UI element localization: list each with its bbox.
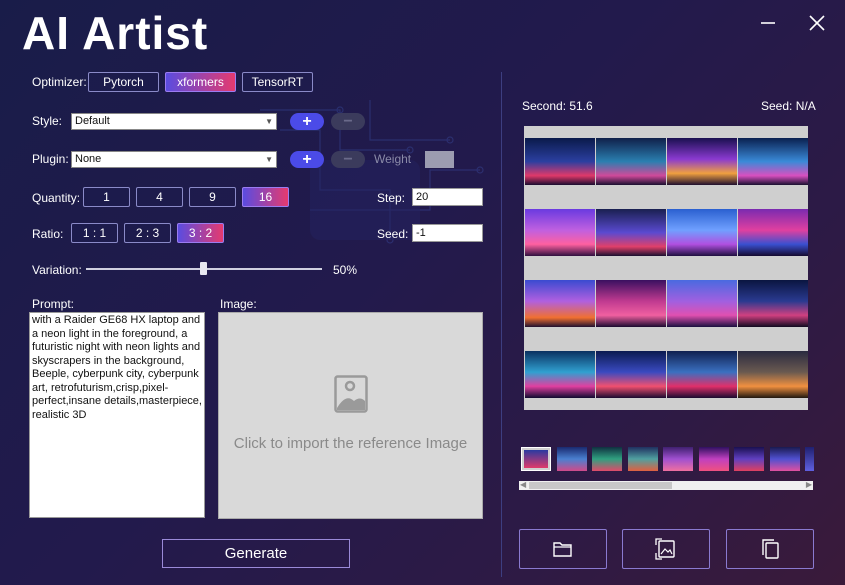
generated-image[interactable] <box>525 209 595 256</box>
thumbnail[interactable] <box>557 447 587 471</box>
optimizer-pytorch-button[interactable]: Pytorch <box>88 72 159 92</box>
thumbnail-scrollbar[interactable]: ◀ ▶ <box>519 480 813 490</box>
thumbnail[interactable] <box>663 447 693 471</box>
image-export-icon <box>655 538 675 560</box>
optimizer-label: Optimizer: <box>32 75 87 89</box>
thumbnail[interactable] <box>770 447 800 471</box>
minimize-icon[interactable] <box>755 10 781 36</box>
generated-image[interactable] <box>667 138 737 185</box>
quantity-16-button[interactable]: 16 <box>242 187 289 207</box>
weight-input[interactable] <box>425 151 454 168</box>
generated-image[interactable] <box>738 138 808 185</box>
chevron-down-icon: ▼ <box>265 117 273 126</box>
generated-image[interactable] <box>738 351 808 398</box>
prompt-label: Prompt: <box>32 297 75 311</box>
copy-image-button[interactable] <box>726 529 814 569</box>
thumbnail[interactable] <box>592 447 622 471</box>
result-row <box>525 351 808 398</box>
close-icon[interactable] <box>804 10 830 36</box>
ratio-label: Ratio: <box>32 227 64 241</box>
reference-image-dropzone[interactable]: Click to import the reference Image <box>218 312 483 519</box>
add-style-button[interactable]: + <box>290 113 324 130</box>
open-folder-button[interactable] <box>519 529 607 569</box>
generated-image[interactable] <box>667 351 737 398</box>
result-row <box>525 280 808 327</box>
seed-label: Seed: <box>377 227 409 241</box>
thumbnail[interactable] <box>699 447 729 471</box>
thumbnail-selected[interactable] <box>521 447 551 471</box>
scroll-left-icon[interactable]: ◀ <box>520 480 526 489</box>
generated-image[interactable] <box>738 280 808 327</box>
second-text: Second: 51.6 <box>522 99 593 113</box>
plugin-dropdown[interactable]: None ▼ <box>71 151 277 168</box>
minus-icon: − <box>343 150 353 168</box>
result-row <box>525 209 808 256</box>
prompt-textarea[interactable]: with a Raider GE68 HX laptop and a neon … <box>29 312 205 518</box>
generated-image[interactable] <box>596 280 666 327</box>
generated-image[interactable] <box>596 209 666 256</box>
generated-image[interactable] <box>525 351 595 398</box>
thumbnail[interactable] <box>805 447 814 471</box>
style-value: Default <box>75 115 110 127</box>
seed-input[interactable]: -1 <box>412 224 483 242</box>
optimizer-tensorrt-button[interactable]: TensorRT <box>242 72 313 92</box>
panel-divider <box>501 72 502 577</box>
result-row <box>525 138 808 185</box>
ratio-3-2-button[interactable]: 3 : 2 <box>177 223 224 243</box>
quantity-label: Quantity: <box>32 191 81 205</box>
generated-image[interactable] <box>596 138 666 185</box>
ratio-2-3-button[interactable]: 2 : 3 <box>124 223 171 243</box>
variation-slider-thumb[interactable] <box>200 262 207 275</box>
quantity-9-button[interactable]: 9 <box>189 187 236 207</box>
app-title: AI Artist <box>22 7 209 59</box>
generated-image[interactable] <box>525 138 595 185</box>
variation-value: 50% <box>333 263 358 277</box>
quantity-4-button[interactable]: 4 <box>136 187 183 207</box>
plugin-label: Plugin: <box>32 152 69 166</box>
result-preview[interactable] <box>524 126 808 410</box>
optimizer-xformers-button[interactable]: xformers <box>165 72 236 92</box>
minus-icon: − <box>343 112 353 130</box>
plugin-value: None <box>75 153 102 165</box>
step-label: Step: <box>377 191 406 205</box>
plus-icon: + <box>302 112 312 130</box>
weight-label: Weight <box>374 152 412 166</box>
generated-image[interactable] <box>525 280 595 327</box>
style-dropdown[interactable]: Default ▼ <box>71 113 277 130</box>
circuit-decoration <box>260 100 484 244</box>
thumbnail[interactable] <box>628 447 658 471</box>
add-plugin-button[interactable]: + <box>290 151 324 168</box>
quantity-1-button[interactable]: 1 <box>83 187 130 207</box>
ratio-1-1-button[interactable]: 1 : 1 <box>71 223 118 243</box>
plus-icon: + <box>302 150 312 168</box>
remove-style-button[interactable]: − <box>331 113 365 130</box>
chevron-down-icon: ▼ <box>265 155 273 164</box>
image-icon <box>334 375 368 413</box>
seed-text: Seed: N/A <box>761 99 816 113</box>
thumbnail[interactable] <box>734 447 764 471</box>
variation-label: Variation: <box>32 263 82 277</box>
generated-image[interactable] <box>738 209 808 256</box>
folder-icon <box>553 542 572 557</box>
image-placeholder-text: Click to import the reference Image <box>233 435 468 452</box>
scrollbar-thumb[interactable] <box>529 482 672 489</box>
generated-image[interactable] <box>667 280 737 327</box>
step-input[interactable]: 20 <box>412 188 483 206</box>
style-label: Style: <box>32 114 63 128</box>
generated-image[interactable] <box>667 209 737 256</box>
copy-icon <box>762 539 779 559</box>
image-label: Image: <box>220 297 257 311</box>
export-image-button[interactable] <box>622 529 710 569</box>
scroll-right-icon[interactable]: ▶ <box>806 480 812 489</box>
remove-plugin-button[interactable]: − <box>331 151 365 168</box>
generated-image[interactable] <box>596 351 666 398</box>
generate-button[interactable]: Generate <box>162 539 350 568</box>
